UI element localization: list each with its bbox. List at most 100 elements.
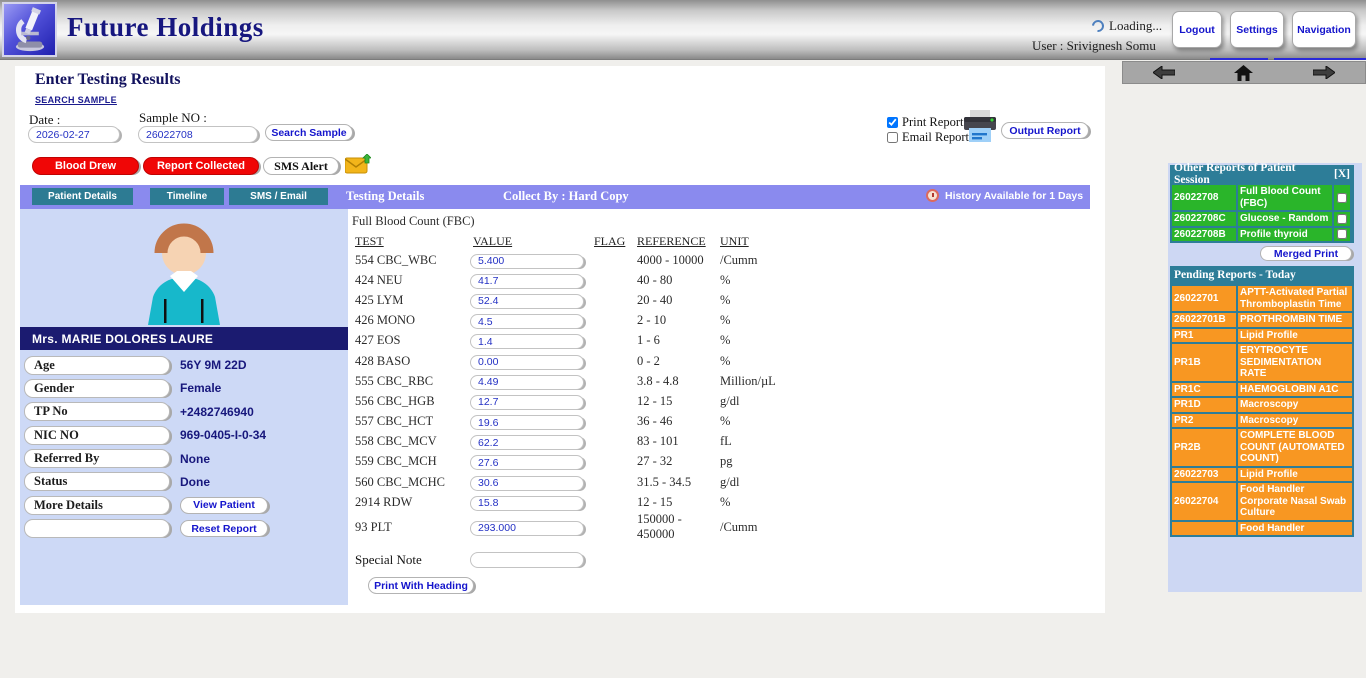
test-value-cell bbox=[470, 332, 591, 350]
testing-details-label: Testing Details bbox=[346, 189, 424, 204]
patient-field-row: Reset Report bbox=[20, 519, 348, 539]
test-name: 560 CBC_MCHC bbox=[352, 475, 470, 490]
navigation-button[interactable]: Navigation bbox=[1292, 11, 1356, 48]
pending-report-row[interactable]: PR2Macroscopy bbox=[1172, 414, 1352, 428]
test-value-input[interactable] bbox=[470, 455, 584, 470]
history-note: History Available for 1 Days bbox=[926, 189, 1083, 202]
test-value-cell bbox=[470, 413, 591, 431]
test-value-input[interactable] bbox=[470, 334, 584, 349]
user-label: User : Srivignesh Somu bbox=[1032, 38, 1156, 54]
pending-report-row[interactable]: PR1BERYTROCYTE SEDIMENTATION RATE bbox=[1172, 344, 1352, 381]
other-report-row[interactable]: 26022708Full Blood Count (FBC) bbox=[1172, 185, 1352, 210]
patient-field-label: Age bbox=[24, 356, 170, 375]
sample-no-input[interactable] bbox=[138, 126, 258, 143]
pending-report-row[interactable]: PR1CHAEMOGLOBIN A1C bbox=[1172, 383, 1352, 397]
special-note-label: Special Note bbox=[352, 552, 470, 568]
tab-timeline[interactable]: Timeline bbox=[150, 188, 224, 205]
pending-report-row[interactable]: PR1DMacroscopy bbox=[1172, 398, 1352, 412]
report-name: APTT-Activated Partial Thromboplastin Ti… bbox=[1238, 286, 1352, 311]
tab-patient-details[interactable]: Patient Details bbox=[32, 188, 133, 205]
print-with-heading-button[interactable]: Print With Heading bbox=[368, 577, 474, 594]
test-value-cell bbox=[470, 493, 591, 511]
report-select-cell bbox=[1334, 212, 1350, 226]
test-unit: % bbox=[717, 354, 777, 369]
test-value-cell bbox=[470, 271, 591, 289]
test-value-cell bbox=[470, 473, 591, 491]
settings-button[interactable]: Settings bbox=[1230, 11, 1284, 48]
pending-report-row[interactable]: 26022701APTT-Activated Partial Thrombopl… bbox=[1172, 286, 1352, 311]
nav-forward-button[interactable] bbox=[1313, 66, 1335, 79]
avatar bbox=[104, 213, 264, 325]
reset-report-button[interactable]: Reset Report bbox=[180, 520, 268, 537]
report-name: PROTHROMBIN TIME bbox=[1238, 313, 1352, 327]
test-value-input[interactable] bbox=[470, 254, 584, 269]
nav-home-button[interactable] bbox=[1234, 65, 1253, 81]
search-sample-button[interactable]: Search Sample bbox=[265, 124, 353, 141]
test-name: 559 CBC_MCH bbox=[352, 454, 470, 469]
forward-arrow-icon bbox=[1313, 66, 1335, 79]
pending-report-row[interactable]: PR1Lipid Profile bbox=[1172, 329, 1352, 343]
test-name: 556 CBC_HGB bbox=[352, 394, 470, 409]
report-name: Glucose - Random bbox=[1238, 212, 1332, 226]
pending-report-row[interactable]: PR2BCOMPLETE BLOOD COUNT (AUTOMATED COUN… bbox=[1172, 429, 1352, 466]
test-value-input[interactable] bbox=[470, 435, 584, 450]
pending-report-row[interactable]: 26022703Lipid Profile bbox=[1172, 468, 1352, 482]
other-report-row[interactable]: 26022708BProfile thyroid bbox=[1172, 228, 1352, 242]
report-select-checkbox[interactable] bbox=[1337, 229, 1347, 239]
patient-field-row: StatusDone bbox=[20, 472, 348, 492]
column-value: VALUE bbox=[470, 234, 591, 249]
nav-back-button[interactable] bbox=[1153, 66, 1175, 79]
test-row: 425 LYM20 - 40% bbox=[352, 290, 802, 310]
sms-alert-button[interactable]: SMS Alert bbox=[263, 157, 339, 175]
test-value-input[interactable] bbox=[470, 274, 584, 289]
report-collected-button[interactable]: Report Collected bbox=[143, 157, 259, 175]
email-report-checkbox[interactable] bbox=[887, 132, 898, 143]
patient-field-value: 969-0405-I-0-34 bbox=[180, 428, 266, 442]
other-reports-close-button[interactable]: [X] bbox=[1334, 168, 1350, 180]
patient-field-label: NIC NO bbox=[24, 426, 170, 445]
test-value-input[interactable] bbox=[470, 294, 584, 309]
report-select-checkbox[interactable] bbox=[1337, 193, 1347, 203]
other-reports-panel: Other Reports of Patient Session [X] 260… bbox=[1170, 165, 1354, 243]
search-sample-link[interactable]: SEARCH SAMPLE bbox=[35, 95, 117, 105]
date-input[interactable] bbox=[28, 126, 120, 143]
test-unit: pg bbox=[717, 454, 777, 469]
test-value-input[interactable] bbox=[470, 415, 584, 430]
report-select-cell bbox=[1334, 185, 1350, 210]
merged-print-button[interactable]: Merged Print bbox=[1260, 246, 1352, 261]
test-name: 557 CBC_HCT bbox=[352, 414, 470, 429]
test-value-cell bbox=[470, 312, 591, 330]
patient-field-value: +2482746940 bbox=[180, 405, 254, 419]
blood-drew-button[interactable]: Blood Drew bbox=[32, 157, 139, 175]
test-name: 426 MONO bbox=[352, 313, 470, 328]
test-value-input[interactable] bbox=[470, 355, 584, 370]
tab-sms-email[interactable]: SMS / Email bbox=[229, 188, 328, 205]
test-value-input[interactable] bbox=[470, 521, 584, 536]
patient-field-label: Referred By bbox=[24, 449, 170, 468]
report-id: PR1 bbox=[1172, 329, 1236, 343]
test-row: 2914 RDW12 - 15% bbox=[352, 492, 802, 512]
test-value-input[interactable] bbox=[470, 314, 584, 329]
logout-button[interactable]: Logout bbox=[1172, 11, 1222, 48]
pending-report-row[interactable]: 26022701BPROTHROMBIN TIME bbox=[1172, 313, 1352, 327]
pending-report-row[interactable]: 26022704Food Handler Corporate Nasal Swa… bbox=[1172, 483, 1352, 520]
test-row: 560 CBC_MCHC31.5 - 34.5g/dl bbox=[352, 472, 802, 492]
special-note-input[interactable] bbox=[470, 552, 584, 568]
test-value-input[interactable] bbox=[470, 395, 584, 410]
test-value-input[interactable] bbox=[470, 496, 584, 511]
test-value-input[interactable] bbox=[470, 375, 584, 390]
report-name: Lipid Profile bbox=[1238, 468, 1352, 482]
report-select-checkbox[interactable] bbox=[1337, 214, 1347, 224]
other-report-row[interactable]: 26022708CGlucose - Random bbox=[1172, 212, 1352, 226]
output-report-button[interactable]: Output Report bbox=[1001, 122, 1089, 139]
view-patient-button[interactable]: View Patient bbox=[180, 497, 268, 514]
column-test: TEST bbox=[352, 234, 470, 249]
test-row: 428 BASO0 - 2% bbox=[352, 351, 802, 371]
report-id: PR2B bbox=[1172, 429, 1236, 466]
test-value-input[interactable] bbox=[470, 476, 584, 491]
pending-report-row[interactable]: Food Handler bbox=[1172, 522, 1352, 536]
test-name: 554 CBC_WBC bbox=[352, 253, 470, 268]
email-icon[interactable] bbox=[345, 154, 371, 175]
history-clock-icon bbox=[926, 189, 939, 202]
print-report-checkbox[interactable] bbox=[887, 117, 898, 128]
